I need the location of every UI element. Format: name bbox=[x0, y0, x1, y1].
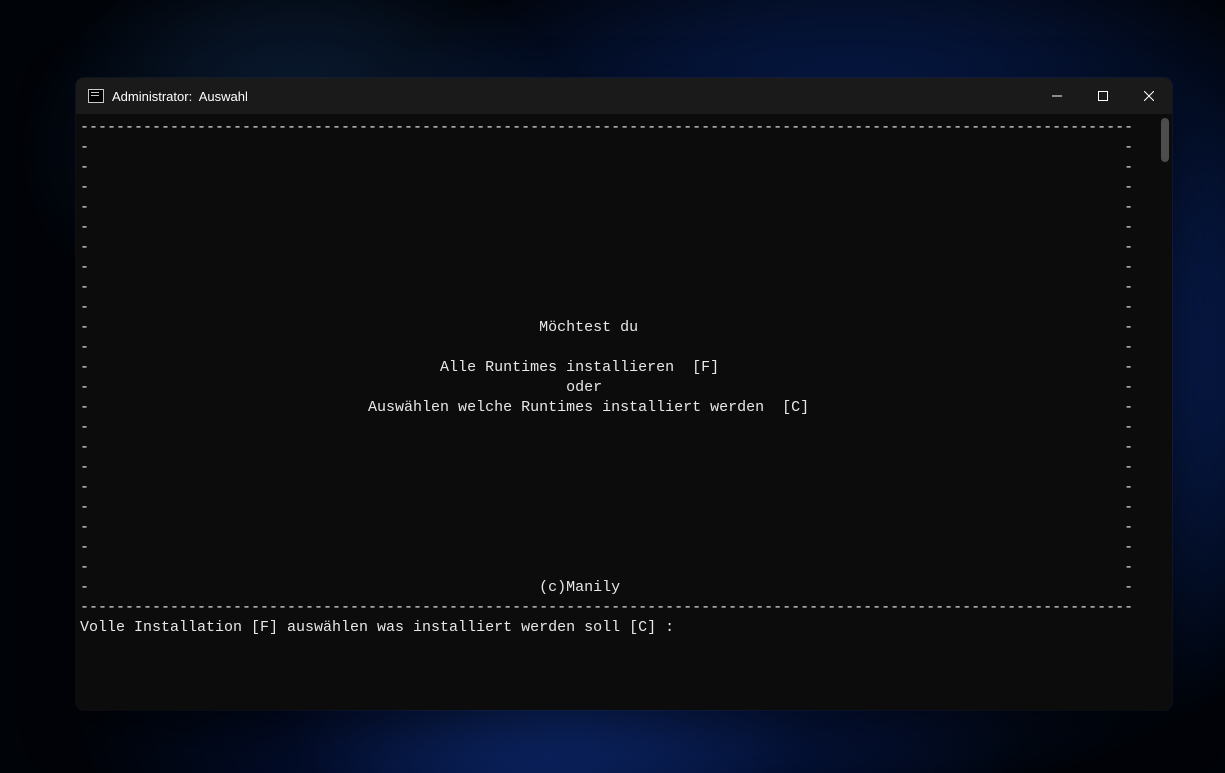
terminal-client-area[interactable]: ----------------------------------------… bbox=[76, 114, 1172, 710]
cmd-icon bbox=[88, 89, 104, 103]
minimize-button[interactable] bbox=[1034, 78, 1080, 114]
desktop-wallpaper: Administrator: Auswahl -----------------… bbox=[0, 0, 1225, 773]
titlebar[interactable]: Administrator: Auswahl bbox=[76, 78, 1172, 114]
vertical-scrollbar[interactable] bbox=[1161, 118, 1169, 162]
window-title: Administrator: Auswahl bbox=[112, 89, 248, 104]
maximize-button[interactable] bbox=[1080, 78, 1126, 114]
terminal-output: ----------------------------------------… bbox=[76, 114, 1172, 638]
close-button[interactable] bbox=[1126, 78, 1172, 114]
console-window: Administrator: Auswahl -----------------… bbox=[76, 78, 1172, 710]
